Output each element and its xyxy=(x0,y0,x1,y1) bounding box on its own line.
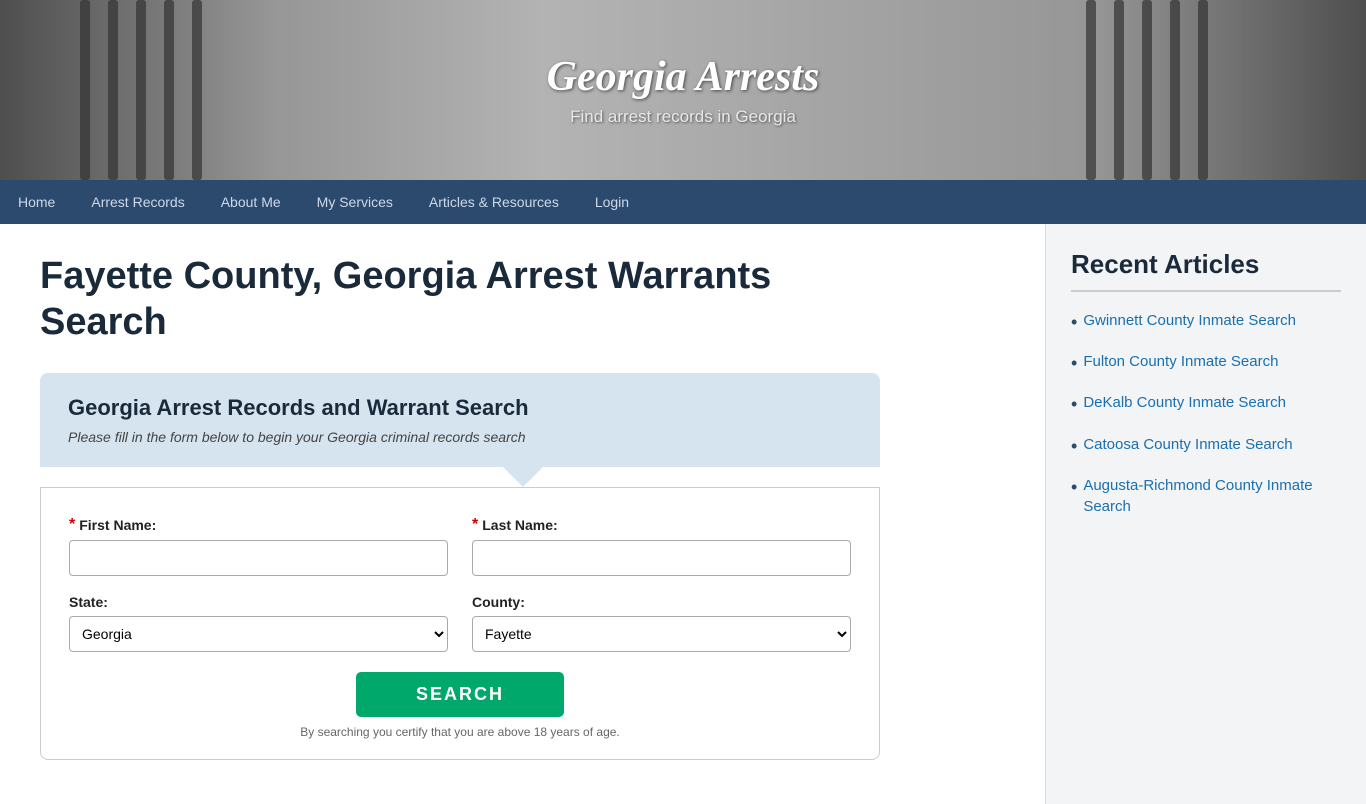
list-item: • Gwinnett County Inmate Search xyxy=(1071,310,1341,335)
state-label: State: xyxy=(69,594,448,610)
bullet-icon: • xyxy=(1071,392,1077,417)
sidebar: Recent Articles • Gwinnett County Inmate… xyxy=(1046,224,1366,804)
arrow-down xyxy=(503,467,543,487)
nav-login[interactable]: Login xyxy=(577,180,647,224)
main-nav: Home Arrest Records About Me My Services… xyxy=(0,180,1366,224)
bars-right xyxy=(1086,0,1286,180)
nav-articles[interactable]: Articles & Resources xyxy=(411,180,577,224)
last-name-label: * Last Name: xyxy=(472,516,851,534)
county-select[interactable]: Fayette xyxy=(472,616,851,652)
nav-about-me[interactable]: About Me xyxy=(203,180,299,224)
first-name-input[interactable] xyxy=(69,540,448,576)
list-item: • Fulton County Inmate Search xyxy=(1071,351,1341,376)
nav-my-services[interactable]: My Services xyxy=(299,180,411,224)
page-wrapper: Fayette County, Georgia Arrest Warrants … xyxy=(0,224,1366,804)
search-info-box: Georgia Arrest Records and Warrant Searc… xyxy=(40,373,880,467)
site-subtitle: Find arrest records in Georgia xyxy=(547,107,820,127)
name-row: * First Name: * Last Name: xyxy=(69,516,851,576)
last-name-group: * Last Name: xyxy=(472,516,851,576)
search-box-subtitle: Please fill in the form below to begin y… xyxy=(68,429,852,445)
bullet-icon: • xyxy=(1071,351,1077,376)
county-label: County: xyxy=(472,594,851,610)
first-name-label: * First Name: xyxy=(69,516,448,534)
nav-home[interactable]: Home xyxy=(0,180,73,224)
article-link-1[interactable]: Gwinnett County Inmate Search xyxy=(1083,310,1296,331)
list-item: • DeKalb County Inmate Search xyxy=(1071,392,1341,417)
form-disclaimer: By searching you certify that you are ab… xyxy=(69,725,851,739)
sidebar-title: Recent Articles xyxy=(1071,249,1341,292)
article-link-4[interactable]: Catoosa County Inmate Search xyxy=(1083,434,1292,455)
first-name-group: * First Name: xyxy=(69,516,448,576)
bullet-icon: • xyxy=(1071,434,1077,459)
state-select[interactable]: Georgia xyxy=(69,616,448,652)
list-item: • Augusta-Richmond County Inmate Search xyxy=(1071,475,1341,517)
county-group: County: Fayette xyxy=(472,594,851,652)
bullet-icon: • xyxy=(1071,310,1077,335)
last-name-required: * xyxy=(472,516,478,534)
article-link-2[interactable]: Fulton County Inmate Search xyxy=(1083,351,1278,372)
bars-left xyxy=(80,0,280,180)
state-group: State: Georgia xyxy=(69,594,448,652)
hero-header: Georgia Arrests Find arrest records in G… xyxy=(0,0,1366,180)
article-link-5[interactable]: Augusta-Richmond County Inmate Search xyxy=(1083,475,1341,517)
bullet-icon: • xyxy=(1071,475,1077,500)
last-name-input[interactable] xyxy=(472,540,851,576)
nav-arrest-records[interactable]: Arrest Records xyxy=(73,180,202,224)
site-title: Georgia Arrests xyxy=(547,53,820,101)
first-name-required: * xyxy=(69,516,75,534)
list-item: • Catoosa County Inmate Search xyxy=(1071,434,1341,459)
location-row: State: Georgia County: Fayette xyxy=(69,594,851,652)
search-box-title: Georgia Arrest Records and Warrant Searc… xyxy=(68,395,852,421)
search-form: * First Name: * Last Name: State: xyxy=(40,487,880,760)
page-heading: Fayette County, Georgia Arrest Warrants … xyxy=(40,254,860,345)
search-button[interactable]: SEARCH xyxy=(356,672,564,717)
main-content: Fayette County, Georgia Arrest Warrants … xyxy=(0,224,1046,804)
recent-articles-list: • Gwinnett County Inmate Search • Fulton… xyxy=(1071,310,1341,517)
hero-content: Georgia Arrests Find arrest records in G… xyxy=(547,53,820,127)
article-link-3[interactable]: DeKalb County Inmate Search xyxy=(1083,392,1286,413)
